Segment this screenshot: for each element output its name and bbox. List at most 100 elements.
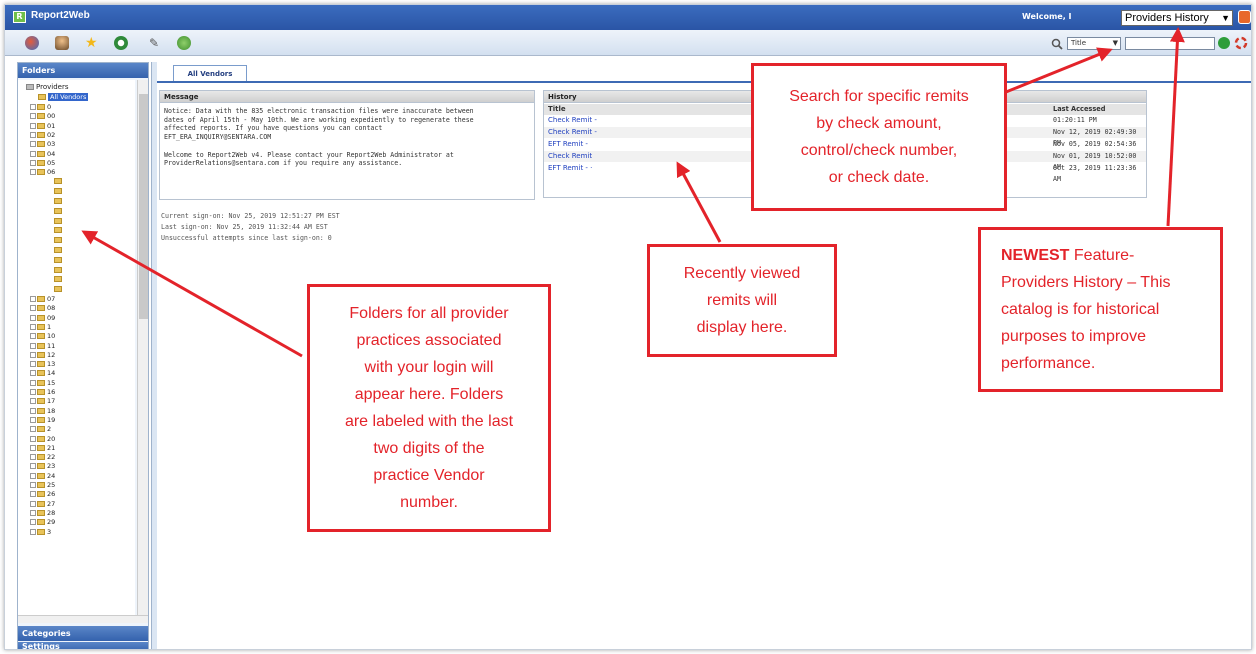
tree-folder[interactable]: 11 <box>30 342 55 351</box>
vertical-scrollbar[interactable] <box>137 80 148 615</box>
tree-folder[interactable]: 1 <box>30 323 51 332</box>
tree-folder[interactable]: 27 <box>30 500 55 509</box>
expand-icon[interactable] <box>30 141 36 148</box>
tree-subfolder[interactable] <box>54 197 64 206</box>
tree-subfolder[interactable] <box>54 275 64 284</box>
expand-icon[interactable] <box>30 370 36 377</box>
tree-subfolder[interactable] <box>54 256 64 265</box>
tree-folder[interactable]: 29 <box>30 518 55 527</box>
search-input[interactable] <box>1125 37 1215 50</box>
expand-icon[interactable] <box>30 122 36 129</box>
tree-folder[interactable]: 23 <box>30 462 55 471</box>
tree-folder[interactable]: 19 <box>30 416 55 425</box>
expand-icon[interactable] <box>30 169 36 176</box>
folders-header[interactable]: Folders <box>18 63 148 78</box>
home-icon[interactable] <box>25 36 39 50</box>
expand-icon[interactable] <box>30 398 36 405</box>
tree-folder[interactable]: 2 <box>30 425 51 434</box>
tree-folder[interactable]: 09 <box>30 314 55 323</box>
tree-folder[interactable]: 22 <box>30 453 55 462</box>
user-icon[interactable] <box>55 36 69 50</box>
expand-icon[interactable] <box>30 314 36 321</box>
tree-folder[interactable]: 03 <box>30 140 55 149</box>
tree-subfolder[interactable] <box>54 207 64 216</box>
logout-icon[interactable] <box>1238 10 1251 24</box>
clear-search-icon[interactable] <box>1234 36 1248 50</box>
navigate-icon[interactable] <box>177 36 191 50</box>
tree-subfolder[interactable] <box>54 236 64 245</box>
pane-splitter[interactable] <box>151 62 157 649</box>
expand-icon[interactable] <box>30 482 36 488</box>
history-title-link[interactable]: Check Remit - <box>548 115 597 126</box>
tree-folder[interactable]: 06 <box>30 168 55 177</box>
edit-icon[interactable]: ✎ <box>149 36 163 50</box>
expand-icon[interactable] <box>30 379 36 386</box>
tree-folder[interactable]: 18 <box>30 407 55 416</box>
expand-icon[interactable] <box>30 104 36 110</box>
search-go-icon[interactable] <box>1218 37 1230 49</box>
refresh-icon[interactable] <box>114 36 128 50</box>
tree-folder[interactable]: 24 <box>30 472 55 481</box>
tree-folder[interactable]: 15 <box>30 379 55 388</box>
tree-folder[interactable]: 01 <box>30 122 55 131</box>
history-title-link[interactable]: EFT Remit - <box>548 139 588 150</box>
tree-subfolder[interactable] <box>54 217 64 226</box>
tree-subfolder[interactable] <box>54 187 64 196</box>
tree-folder[interactable]: 08 <box>30 304 55 313</box>
expand-icon[interactable] <box>30 426 36 433</box>
expand-icon[interactable] <box>30 472 36 479</box>
tree-folder[interactable]: 25 <box>30 481 55 490</box>
expand-icon[interactable] <box>30 435 36 442</box>
tree-subfolder[interactable] <box>54 177 64 186</box>
tree-folder[interactable]: 13 <box>30 360 55 369</box>
expand-icon[interactable] <box>30 389 36 395</box>
horizontal-scrollbar[interactable] <box>18 615 148 623</box>
expand-icon[interactable] <box>30 528 36 535</box>
tree-folder[interactable]: 04 <box>30 150 55 159</box>
expand-icon[interactable] <box>30 454 36 461</box>
expand-icon[interactable] <box>30 509 36 516</box>
expand-icon[interactable] <box>30 444 36 451</box>
expand-icon[interactable] <box>30 407 36 414</box>
tree-item-all-vendors[interactable]: All Vendors <box>38 93 89 102</box>
tree-subfolder[interactable] <box>54 285 64 294</box>
tree-folder[interactable]: 3 <box>30 528 51 537</box>
expand-icon[interactable] <box>30 519 36 526</box>
tree-folder[interactable]: 17 <box>30 397 55 406</box>
tab-all-vendors[interactable]: All Vendors <box>173 65 247 82</box>
history-title-link[interactable]: Check Remit - <box>548 127 597 138</box>
expand-icon[interactable] <box>30 323 36 330</box>
expand-icon[interactable] <box>30 342 36 349</box>
expand-icon[interactable] <box>30 131 36 138</box>
expand-icon[interactable] <box>30 150 36 157</box>
history-title-link[interactable]: EFT Remit - · <box>548 163 592 174</box>
tree-folder[interactable]: 10 <box>30 332 55 341</box>
expand-icon[interactable] <box>30 351 36 358</box>
tree-folder[interactable]: 07 <box>30 295 55 304</box>
settings-header[interactable]: Settings <box>18 642 148 649</box>
expand-icon[interactable] <box>30 159 36 166</box>
tree-folder[interactable]: 0 <box>30 103 51 112</box>
favorites-star-icon[interactable]: ★ <box>85 36 99 50</box>
tree-folder[interactable]: 21 <box>30 444 55 453</box>
tree-subfolder[interactable] <box>54 246 64 255</box>
expand-icon[interactable] <box>30 416 36 423</box>
tree-root-providers[interactable]: Providers <box>26 83 68 92</box>
search-type-select[interactable]: Title ▼ <box>1067 37 1121 50</box>
tree-folder[interactable]: 16 <box>30 388 55 397</box>
expand-icon[interactable] <box>30 305 36 312</box>
tree-folder[interactable]: 05 <box>30 159 55 168</box>
categories-header[interactable]: Categories <box>18 626 148 641</box>
tree-subfolder[interactable] <box>54 226 64 235</box>
expand-icon[interactable] <box>30 491 36 498</box>
expand-icon[interactable] <box>30 361 36 368</box>
catalog-select[interactable]: Providers History ▼ <box>1121 10 1233 26</box>
expand-icon[interactable] <box>30 463 36 470</box>
expand-icon[interactable] <box>30 113 36 120</box>
tree-folder[interactable]: 14 <box>30 369 55 378</box>
tree-subfolder[interactable] <box>54 266 64 275</box>
expand-icon[interactable] <box>30 296 36 302</box>
expand-icon[interactable] <box>30 500 36 507</box>
expand-icon[interactable] <box>30 333 36 340</box>
tree-folder[interactable]: 00 <box>30 112 55 121</box>
